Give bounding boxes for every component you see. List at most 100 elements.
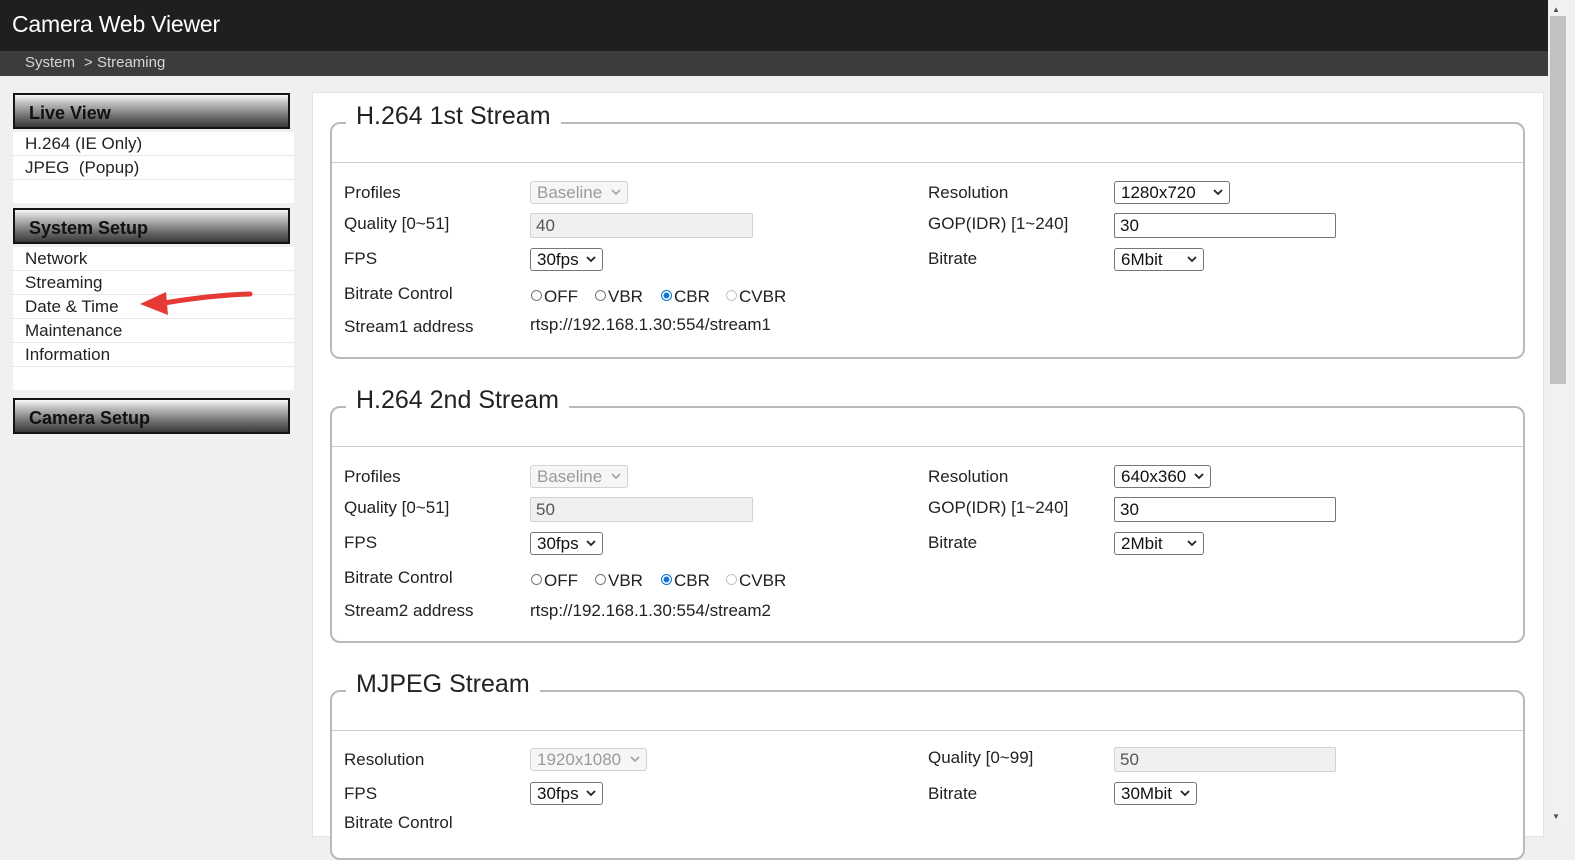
rc-cbr-option[interactable]: CBR (661, 287, 710, 307)
chevron-down-icon (630, 756, 640, 763)
bitrate-value: 30Mbit (1121, 784, 1173, 803)
radio-cbr[interactable] (661, 574, 672, 585)
rc-cvbr-option[interactable]: CVBR (726, 287, 786, 307)
rc-off-option[interactable]: OFF (531, 571, 578, 591)
mjpeg-resolution-select[interactable]: 1920x1080 (530, 748, 647, 771)
fps-select[interactable]: 30fps (530, 532, 603, 555)
bitrate-label: Bitrate (928, 784, 978, 803)
bitrate-control-label: Bitrate Control (344, 284, 453, 303)
breadcrumb-current: > Streaming (84, 54, 166, 71)
sidebar-item-h264-ie[interactable]: H.264 (IE Only) (13, 132, 294, 156)
breadcrumb-root[interactable]: System (25, 54, 75, 71)
scrollbar-thumb[interactable] (1550, 16, 1566, 384)
bitrate-select[interactable]: 6Mbit (1114, 248, 1204, 271)
profiles-label: Profiles (344, 183, 401, 202)
sidebar-item-network[interactable]: Network (13, 247, 294, 271)
mjpeg-stream-fieldset: MJPEG Stream (330, 670, 1525, 860)
sidebar-header-label: System Setup (29, 218, 149, 238)
profiles-label: Profiles (344, 467, 401, 486)
scroll-down-arrow-icon[interactable]: ▼ (1552, 812, 1560, 821)
rc-vbr-option[interactable]: VBR (595, 571, 643, 591)
fps-select[interactable]: 30fps (530, 248, 603, 271)
fps-label: FPS (344, 533, 378, 552)
divider (332, 446, 1523, 447)
rc-cbr-label: CBR (674, 571, 710, 590)
sidebar-header-label: Camera Setup (29, 408, 151, 428)
chevron-down-icon (1187, 540, 1197, 547)
sidebar: Live View H.264 (IE Only) JPEG (Popup) S… (0, 76, 299, 829)
scroll-up-arrow-icon[interactable]: ▲ (1552, 5, 1560, 14)
sidebar-header-label: Live View (29, 103, 111, 123)
bitrate-value: 6Mbit (1121, 250, 1163, 269)
radio-off[interactable] (531, 290, 542, 301)
top-bar: Camera Web Viewer (0, 0, 1548, 51)
fps-value: 30fps (537, 534, 579, 553)
breadcrumb-bar: System > Streaming (0, 51, 1548, 76)
sidebar-header-live-view[interactable]: Live View (13, 93, 290, 129)
sidebar-header-camera-setup[interactable]: Camera Setup (13, 398, 290, 434)
profile-select[interactable]: Baseline (530, 181, 628, 204)
breadcrumb: System > Streaming (25, 54, 165, 71)
resolution-label: Resolution (928, 467, 1009, 486)
gop-label: GOP(IDR) [1~240] (928, 498, 1069, 517)
rc-off-option[interactable]: OFF (531, 287, 578, 307)
stream-1-fieldset: H.264 1st Stream (330, 102, 1525, 359)
bitrate-label: Bitrate (928, 533, 978, 552)
sidebar-item-maintenance[interactable]: Maintenance (13, 319, 294, 343)
profile-value: Baseline (537, 467, 603, 486)
sidebar-item-jpeg-popup[interactable]: JPEG (Popup) (13, 156, 294, 180)
sidebar-header-system-setup[interactable]: System Setup (13, 208, 290, 244)
profile-value: Baseline (537, 183, 603, 202)
quality-input[interactable]: 40 (530, 213, 753, 238)
radio-off[interactable] (531, 574, 542, 585)
bitrate-select[interactable]: 2Mbit (1114, 532, 1204, 555)
quality-label: Quality [0~51] (344, 214, 450, 233)
fps-value: 30fps (537, 250, 579, 269)
mjpeg-stream-title: MJPEG Stream (346, 670, 540, 699)
stream-address-label: Stream1 address (344, 317, 474, 336)
rc-cvbr-label: CVBR (739, 287, 787, 306)
red-arrow-annotation-icon (140, 291, 253, 315)
gop-input[interactable]: 30 (1114, 213, 1336, 238)
chevron-down-icon (586, 790, 596, 797)
bitrate-control-label: Bitrate Control (344, 813, 453, 829)
stream-2-fieldset: H.264 2nd Stream (330, 386, 1525, 643)
resolution-label: Resolution (344, 750, 425, 769)
bitrate-label: Bitrate (928, 249, 978, 268)
sidebar-spacer (13, 367, 294, 390)
chevron-down-icon (1187, 256, 1197, 263)
resolution-select[interactable]: 1280x720 (1114, 181, 1230, 204)
stream-address-label: Stream2 address (344, 601, 474, 620)
rc-cvbr-label: CVBR (739, 571, 787, 590)
radio-vbr[interactable] (595, 574, 606, 585)
sidebar-item-information[interactable]: Information (13, 343, 294, 367)
mjpeg-bitrate-select[interactable]: 30Mbit (1114, 782, 1197, 805)
rc-cbr-label: CBR (674, 287, 710, 306)
quality-input[interactable]: 50 (530, 497, 753, 522)
chevron-down-icon (611, 189, 621, 196)
bitrate-value: 2Mbit (1121, 534, 1163, 553)
vertical-scrollbar[interactable]: ▲ ▼ (1548, 0, 1568, 829)
mjpeg-quality-label: Quality [0~99] (928, 748, 1034, 767)
radio-cvbr (726, 290, 737, 301)
profile-select[interactable]: Baseline (530, 465, 628, 488)
rc-cbr-option[interactable]: CBR (661, 571, 710, 591)
resolution-value: 1920x1080 (537, 750, 622, 769)
divider (332, 730, 1523, 731)
stream-address-value: rtsp://192.168.1.30:554/stream2 (530, 601, 771, 620)
quality-label: Quality [0~51] (344, 498, 450, 517)
radio-vbr[interactable] (595, 290, 606, 301)
bitrate-control-label: Bitrate Control (344, 568, 453, 587)
live-view-menu: H.264 (IE Only) JPEG (Popup) (13, 132, 294, 203)
mjpeg-quality-input[interactable]: 50 (1114, 747, 1336, 772)
stream-2-title: H.264 2nd Stream (346, 386, 569, 415)
mjpeg-fps-select[interactable]: 30fps (530, 782, 603, 805)
rc-vbr-option[interactable]: VBR (595, 287, 643, 307)
radio-cbr[interactable] (661, 290, 672, 301)
resolution-select[interactable]: 640x360 (1114, 465, 1211, 488)
resolution-label: Resolution (928, 183, 1009, 202)
rc-cvbr-option[interactable]: CVBR (726, 571, 786, 591)
gop-input[interactable]: 30 (1114, 497, 1336, 522)
radio-cvbr (726, 574, 737, 585)
sidebar-spacer (13, 180, 294, 203)
